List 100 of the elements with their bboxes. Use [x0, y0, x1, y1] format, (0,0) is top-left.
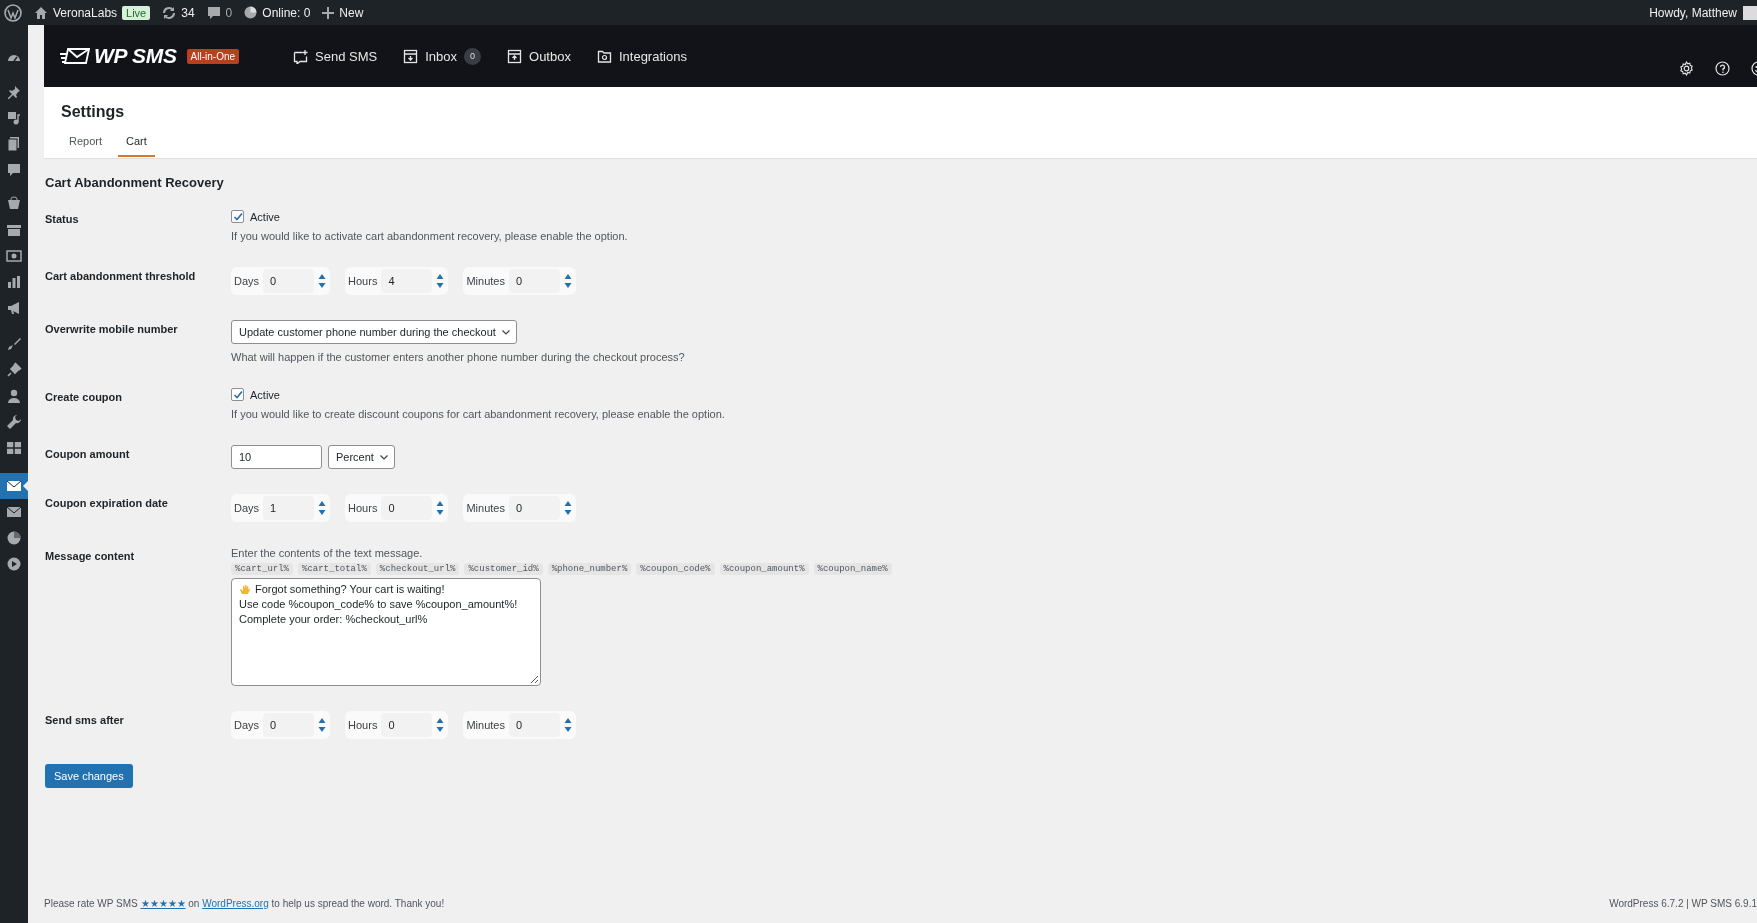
spinner-icon[interactable]	[318, 718, 327, 732]
help-text: Enter the contents of the text message.	[231, 547, 423, 559]
version-text: WordPress 6.7.2 | WP SMS 6.9.1	[1609, 897, 1757, 909]
amount-field[interactable]: 10	[231, 445, 322, 469]
placeholder-tag[interactable]: %customer_id%	[464, 563, 543, 575]
wordpress-link[interactable]: WordPress.org	[202, 897, 269, 909]
save-button[interactable]: Save changes	[45, 764, 133, 788]
active-menu-item[interactable]	[0, 473, 28, 499]
number-field[interactable]: 0	[508, 269, 560, 293]
checkbox-label[interactable]: Active	[250, 210, 280, 223]
placeholder-tag[interactable]: %checkout_url%	[375, 563, 460, 575]
spinner-icon[interactable]	[563, 718, 572, 732]
message-field[interactable]: Forgot something? Your cart is waiting! Use code %coupon_code% to save %coupon_amount%! Complete your order: %checkout_url%	[231, 578, 541, 686]
message-line: Forgot something? Your cart is waiting!	[255, 582, 445, 597]
update-count: 34	[181, 5, 195, 20]
field-label: Cart abandonment threshold	[45, 269, 197, 284]
number-field[interactable]: 0	[263, 713, 315, 737]
chat-plus-icon[interactable]	[293, 48, 309, 64]
spinner-icon[interactable]	[563, 501, 572, 515]
unit-label: Days	[234, 719, 260, 731]
number-field[interactable]: 0	[508, 496, 560, 520]
checkbox[interactable]	[231, 388, 244, 401]
nav-link[interactable]: Outbox	[507, 48, 571, 64]
message-line: Complete your order: %checkout_url%	[239, 612, 429, 627]
user-icon[interactable]	[6, 388, 22, 404]
number-field[interactable]: 0	[381, 496, 433, 520]
field-label: Overwrite mobile number	[45, 322, 179, 337]
spinner-icon[interactable]	[436, 274, 445, 288]
plug-icon[interactable]	[6, 362, 22, 378]
new-link[interactable]: New	[339, 5, 364, 20]
spinner-icon[interactable]	[563, 274, 572, 288]
greeting[interactable]: Howdy, Matthew	[1649, 5, 1737, 20]
placeholder-tag[interactable]: %coupon_name%	[813, 563, 892, 575]
nav-link[interactable]: Inbox 0	[403, 47, 482, 65]
waving-hand-icon	[239, 584, 250, 595]
field-label: Create coupon	[45, 390, 123, 405]
settings-icon[interactable]	[1679, 60, 1694, 76]
resize-handle-icon	[531, 676, 538, 683]
bag-icon[interactable]	[6, 196, 22, 212]
inbox-tray-icon[interactable]	[403, 48, 419, 64]
spinner-icon[interactable]	[318, 501, 327, 515]
unit-label: Hours	[348, 275, 378, 287]
grid-icon[interactable]	[6, 440, 22, 456]
help-text: If you would like to create discount coupons for cart abandonment recovery, please enable the option.	[231, 408, 725, 420]
megaphone-icon[interactable]	[6, 300, 22, 316]
tab[interactable]: Cart	[118, 133, 155, 157]
unit-select[interactable]: Percent	[328, 445, 395, 469]
unit-label: Minutes	[466, 719, 505, 731]
placeholder-tag[interactable]: %cart_total%	[298, 563, 371, 575]
pie-icon[interactable]	[244, 6, 258, 19]
site-name[interactable]: VeronaLabs	[53, 5, 118, 20]
comment-icon[interactable]	[6, 162, 22, 178]
number-field[interactable]: 4	[381, 269, 433, 293]
spinner-icon[interactable]	[436, 718, 445, 732]
pin-icon[interactable]	[6, 84, 22, 100]
select-field[interactable]: Update customer phone number during the checkout	[231, 320, 517, 344]
unit-label: Hours	[348, 502, 378, 514]
tab[interactable]: Report	[61, 133, 111, 157]
field-label: Message content	[45, 549, 136, 564]
checkbox-label[interactable]: Active	[250, 388, 280, 401]
envelope-logo-icon	[60, 47, 90, 65]
media-icon[interactable]	[6, 110, 22, 126]
help-icon[interactable]	[1715, 60, 1730, 76]
archive-icon[interactable]	[6, 222, 22, 238]
number-field[interactable]: 0	[508, 713, 560, 737]
brush-icon[interactable]	[6, 336, 22, 352]
banknote-icon[interactable]	[6, 248, 22, 264]
refresh-icon[interactable]	[162, 5, 177, 20]
comment-icon[interactable]	[206, 5, 221, 20]
nav-link[interactable]: Integrations	[596, 48, 687, 64]
spinner-icon[interactable]	[436, 501, 445, 515]
unit-label: Hours	[348, 719, 378, 731]
logo-icon[interactable]	[4, 3, 22, 22]
help-text: If you would like to activate cart abandonment recovery, please enable the option.	[231, 230, 628, 242]
envelope-icon[interactable]	[6, 478, 22, 494]
unit-label: Minutes	[466, 502, 505, 514]
folder-icon[interactable]	[596, 48, 612, 64]
pie-icon[interactable]	[6, 530, 22, 546]
placeholder-tag[interactable]: %coupon_code%	[636, 563, 715, 575]
bar-chart-icon[interactable]	[6, 274, 22, 290]
rating-link[interactable]: ★★★★★	[140, 897, 186, 909]
number-field[interactable]: 0	[381, 713, 433, 737]
number-field[interactable]: 1	[263, 496, 315, 520]
avatar-icon	[1743, 5, 1757, 20]
online-count[interactable]: Online: 0	[262, 5, 311, 20]
checkbox[interactable]	[231, 210, 244, 223]
plus-icon[interactable]	[322, 6, 335, 19]
nav-link[interactable]: Send SMS	[293, 48, 378, 64]
placeholder-tag[interactable]: %phone_number%	[547, 563, 632, 575]
wrench-icon[interactable]	[6, 414, 22, 430]
number-field[interactable]: 0	[263, 269, 315, 293]
placeholder-tag[interactable]: %coupon_amount%	[719, 563, 809, 575]
spinner-icon[interactable]	[318, 274, 327, 288]
unit-label: Minutes	[466, 275, 505, 287]
play-icon[interactable]	[6, 556, 22, 572]
outbox-tray-icon[interactable]	[507, 48, 523, 64]
placeholder-tag[interactable]: %cart_url%	[231, 563, 293, 575]
envelope-icon[interactable]	[6, 504, 22, 520]
home-icon[interactable]	[34, 6, 48, 19]
pages-icon[interactable]	[6, 136, 22, 152]
